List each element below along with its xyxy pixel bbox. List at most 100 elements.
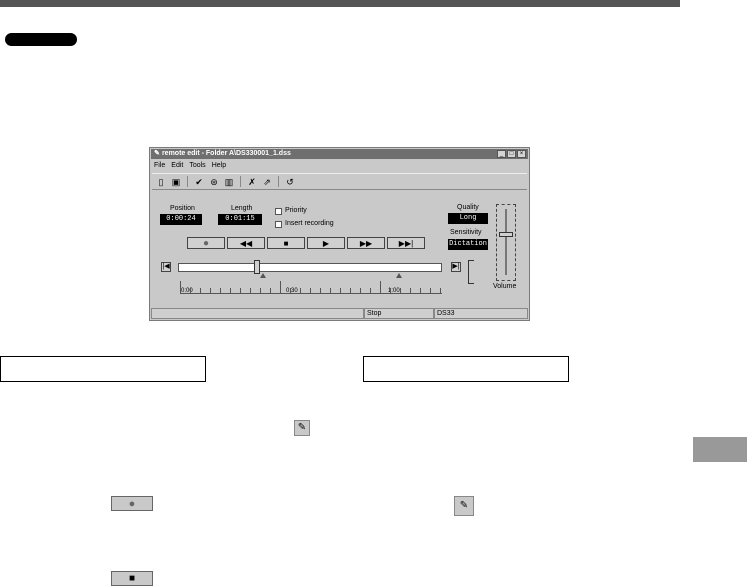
quality-label: Quality — [457, 204, 479, 211]
ruler-tick — [270, 288, 271, 293]
maximize-button[interactable]: □ — [507, 150, 516, 158]
status-pane-message — [151, 308, 364, 319]
ruler-tick — [260, 288, 261, 293]
menu-edit[interactable]: Edit — [171, 161, 183, 171]
sensitivity-label: Sensitivity — [450, 229, 482, 236]
edit-icon[interactable]: ⇗ — [261, 176, 273, 188]
toolbar-separator — [278, 176, 279, 187]
ruler-tick — [320, 288, 321, 293]
volume-thumb[interactable] — [499, 232, 513, 238]
ruler-tick — [190, 288, 191, 293]
book-icon[interactable]: ▥ — [223, 176, 235, 188]
save-icon[interactable]: ▣ — [170, 176, 182, 188]
index-mark — [260, 273, 266, 278]
volume-control[interactable] — [496, 204, 516, 281]
rewind-button[interactable]: ◀◀ — [227, 237, 265, 249]
rewind-icon: ◀◀ — [239, 238, 253, 248]
play-icon: ▶ — [322, 238, 330, 248]
toolbar-separator — [240, 176, 241, 187]
ruler-tick — [400, 288, 401, 293]
ruler-tick — [410, 288, 411, 293]
stop-icon: ■ — [128, 573, 136, 584]
skip-start-icon: |◀ — [162, 263, 170, 270]
menu-file[interactable]: File — [154, 161, 165, 171]
length-display: 0:01:15 — [218, 214, 262, 225]
ruler-tick — [440, 288, 441, 293]
skip-end-index-icon: ▶| — [452, 263, 460, 270]
level-bracket — [468, 260, 474, 284]
new-document-icon[interactable]: ▯ — [155, 176, 167, 188]
stop-icon: ■ — [283, 238, 289, 248]
priority-checkbox[interactable] — [275, 208, 282, 215]
ruler-tick — [390, 288, 391, 293]
toolbar: ▯ ▣ ✔ ⊛ ▥ ✗ ⇗ ↺ — [152, 173, 527, 190]
ruler-tick — [430, 288, 431, 293]
menu-tools[interactable]: Tools — [189, 161, 205, 171]
skip-start-button[interactable]: |◀ — [161, 262, 171, 272]
menu-help[interactable]: Help — [212, 161, 226, 171]
send-icon[interactable]: ⊛ — [208, 176, 220, 188]
position-label: Position — [170, 205, 195, 212]
insert-recording-checkbox[interactable] — [275, 221, 282, 228]
ruler-tick — [380, 281, 381, 293]
undo-icon[interactable]: ↺ — [284, 176, 296, 188]
ruler-tick — [230, 288, 231, 293]
ruler-tick — [310, 288, 311, 293]
ruler-tick — [330, 288, 331, 293]
time-ruler: 0:00 0:30 1:00 — [180, 279, 442, 294]
ruler-tick — [300, 288, 301, 293]
top-bar — [0, 0, 680, 7]
chapter-side-tab — [693, 437, 747, 462]
skip-end-index-button[interactable]: ▶| — [451, 262, 461, 272]
skip-end-icon: ▶▶| — [398, 238, 414, 248]
insert-recording-label: Insert recording — [285, 220, 334, 227]
callout-box-right — [363, 356, 569, 382]
minimize-button[interactable]: _ — [497, 150, 506, 158]
stop-button-image: ■ — [111, 571, 153, 586]
priority-label: Priority — [285, 207, 307, 214]
ruler-tick — [360, 288, 361, 293]
skip-end-button[interactable]: ▶▶| — [387, 237, 425, 249]
remote-edit-window: ✎ remote edit - Folder A\DS330001_1.dss … — [149, 147, 530, 321]
ruler-tick — [210, 288, 211, 293]
section-pill-badge — [5, 33, 77, 46]
callout-box-left — [0, 356, 206, 382]
ruler-tick — [280, 281, 281, 293]
transport-controls: ● ◀◀ ■ ▶ ▶▶ ▶▶| — [187, 237, 425, 249]
menu-bar: File Edit Tools Help — [152, 161, 226, 171]
index-mark — [396, 273, 402, 278]
playback-slider[interactable] — [178, 263, 442, 272]
ruler-label: 0:30 — [286, 288, 298, 294]
checkmark-icon[interactable]: ✔ — [193, 176, 205, 188]
sensitivity-display: Dictation — [448, 239, 488, 250]
record-button-image: ● — [111, 496, 153, 511]
playback-slider-thumb[interactable] — [254, 260, 261, 274]
close-button[interactable]: × — [517, 150, 526, 158]
ruler-tick — [220, 288, 221, 293]
status-pane-state: Stop — [364, 308, 434, 319]
stop-button[interactable]: ■ — [267, 237, 305, 249]
edit-tool-icon-alt: ✎ — [454, 496, 474, 516]
erase-icon[interactable]: ✗ — [246, 176, 258, 188]
record-button[interactable]: ● — [187, 237, 225, 249]
status-pane-device: DS33 — [434, 308, 528, 319]
length-label: Length — [231, 205, 253, 212]
volume-label: Volume — [493, 283, 517, 290]
ruler-tick — [420, 288, 421, 293]
record-icon: ● — [128, 497, 136, 510]
ruler-tick — [250, 288, 251, 293]
fast-forward-button[interactable]: ▶▶ — [347, 237, 385, 249]
edit-tool-icon: ✎ — [294, 420, 310, 436]
window-title: remote edit - Folder A\DS330001_1.dss — [161, 150, 291, 157]
ruler-tick — [350, 288, 351, 293]
fast-forward-icon: ▶▶ — [359, 238, 373, 248]
window-controls: _ □ × — [497, 150, 526, 158]
volume-track — [505, 209, 507, 275]
toolbar-separator — [187, 176, 188, 187]
play-button[interactable]: ▶ — [307, 237, 345, 249]
status-bar: Stop DS33 — [151, 308, 528, 319]
quality-display: Long — [448, 213, 488, 224]
ruler-tick — [290, 288, 291, 293]
ruler-tick — [180, 281, 181, 293]
ruler-tick — [370, 288, 371, 293]
